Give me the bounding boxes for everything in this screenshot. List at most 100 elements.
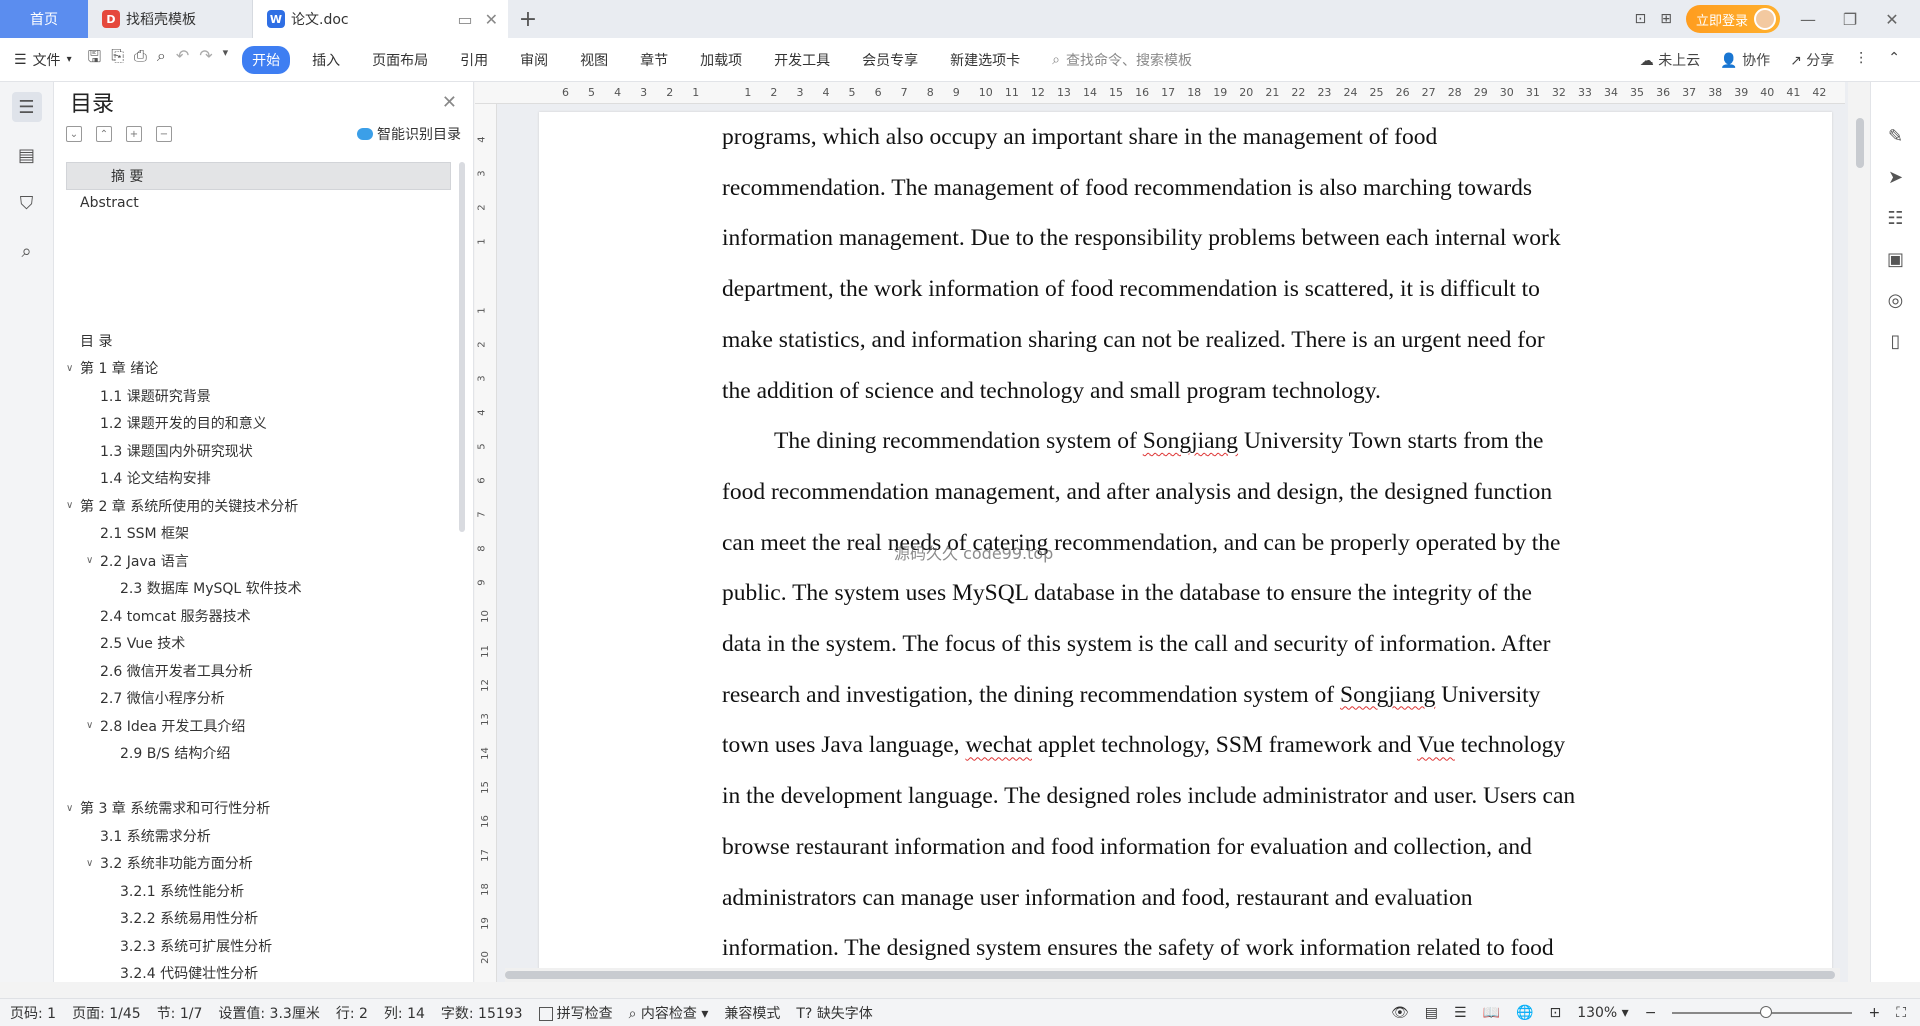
text-line[interactable]: The dining recommendation system of Song… xyxy=(774,428,1543,454)
toc-item[interactable]: ∨ 第 1 章 绪论 xyxy=(66,355,451,383)
web-view-icon[interactable]: 🌐 xyxy=(1516,1005,1533,1021)
new-tab-button[interactable]: + xyxy=(508,0,548,38)
login-button[interactable]: 立即登录 xyxy=(1685,5,1780,33)
text-line[interactable]: food recommendation management, and afte… xyxy=(722,479,1552,505)
apps-grid-icon[interactable]: ⊞ xyxy=(1660,11,1672,27)
find-icon[interactable]: ⌕ xyxy=(12,236,42,266)
status-words[interactable]: 字数: 15193 xyxy=(441,1003,523,1023)
document-text[interactable]: programs, which also occupy an important… xyxy=(722,112,1672,974)
status-section[interactable]: 节: 1/7 xyxy=(157,1003,203,1023)
tab-view[interactable]: 视图 xyxy=(570,46,618,74)
toc-item[interactable]: 3.2.2 系统易用性分析 xyxy=(66,905,451,933)
toc-item[interactable]: 3.2.1 系统性能分析 xyxy=(66,877,451,905)
toc-item[interactable]: 1.3 课题国内外研究现状 xyxy=(66,437,451,465)
toc-item[interactable]: 1.4 论文结构安排 xyxy=(66,465,451,493)
fullscreen-icon[interactable]: ⛶ xyxy=(1896,1005,1906,1021)
status-row[interactable]: 行: 2 xyxy=(336,1003,368,1023)
vertical-scroll-thumb[interactable] xyxy=(1856,118,1864,168)
image-tool-icon[interactable]: ▣ xyxy=(1887,249,1904,270)
expand-toggle-icon[interactable]: ∨ xyxy=(86,720,100,731)
content-check[interactable]: ⌕ 内容检查 ▾ xyxy=(629,1003,709,1023)
spelling-error[interactable]: Songjiang xyxy=(1340,682,1435,708)
tab-member[interactable]: 会员专享 xyxy=(852,46,928,74)
save-icon[interactable]: 🖫 xyxy=(88,46,102,73)
eye-icon[interactable]: 👁 xyxy=(1391,1005,1409,1021)
tab-document[interactable]: W 论文.doc ▭ ✕ xyxy=(253,0,508,38)
export-pdf-icon[interactable]: ⎘ xyxy=(111,46,124,73)
toc-item[interactable]: 2.9 B/S 结构介绍 xyxy=(66,740,451,768)
text-line[interactable]: town uses Java language, wechat applet t… xyxy=(722,732,1565,758)
status-setting[interactable]: 设置值: 3.3厘米 xyxy=(218,1003,319,1023)
tab-developer[interactable]: 开发工具 xyxy=(764,46,840,74)
close-icon[interactable]: ✕ xyxy=(442,92,457,113)
horizontal-scroll-thumb[interactable] xyxy=(505,971,1835,979)
collab-button[interactable]: 👤 协作 xyxy=(1720,50,1770,70)
horizontal-ruler[interactable]: 6 5 4 3 2 1 1 2 3 4 5 6 7 8 9 10 11 12 13 14 15 16 17 18 19 20 21 2… xyxy=(475,82,1845,104)
add-heading-icon[interactable]: + xyxy=(126,126,142,142)
toc-item[interactable]: 摘 要 xyxy=(66,162,451,190)
vertical-scrollbar[interactable] xyxy=(1848,82,1870,982)
zoom-slider-knob[interactable] xyxy=(1760,1005,1773,1018)
tab-new[interactable]: 新建选项卡 xyxy=(940,46,1030,74)
command-search[interactable]: ⌕ 查找命令、搜索模板 xyxy=(1052,50,1192,70)
toc-item[interactable]: Abstract xyxy=(66,190,451,218)
expand-toggle-icon[interactable]: ∨ xyxy=(66,363,80,374)
toc-scrollbar[interactable] xyxy=(459,162,465,532)
tab-references[interactable]: 引用 xyxy=(450,46,498,74)
tab-home[interactable]: 首页 xyxy=(0,0,88,38)
spelling-error[interactable]: wechat xyxy=(965,732,1032,758)
toc-panel-icon[interactable]: ☰ xyxy=(11,92,42,122)
toc-item[interactable]: 3.1 系统需求分析 xyxy=(66,822,451,850)
minimize-icon[interactable]: — xyxy=(1794,10,1822,29)
toc-item[interactable]: ∨ 第 2 章 系统所使用的关键技术分析 xyxy=(66,492,451,520)
tab-insert[interactable]: 插入 xyxy=(302,46,350,74)
text-line[interactable]: information. The designed system ensures… xyxy=(722,935,1554,961)
book-icon[interactable]: ▯ xyxy=(1891,331,1901,352)
pointer-icon[interactable]: ➤ xyxy=(1888,167,1903,188)
zoom-out-icon[interactable]: − xyxy=(1645,1005,1657,1021)
status-pages[interactable]: 页面: 1/45 xyxy=(72,1003,141,1023)
read-view-icon[interactable]: 📖 xyxy=(1483,1005,1500,1021)
horizontal-scrollbar[interactable] xyxy=(505,968,1840,982)
toc-item[interactable]: 1.1 课题研究背景 xyxy=(66,382,451,410)
fit-page-icon[interactable]: ⊡ xyxy=(1549,1005,1561,1021)
zoom-level[interactable]: 130% ▾ xyxy=(1577,1005,1629,1021)
paragraph-2[interactable]: The dining recommendation system of Song… xyxy=(722,416,1672,974)
expand-toggle-icon[interactable]: ∨ xyxy=(66,803,80,814)
collapse-ribbon-icon[interactable]: ⌃ xyxy=(1888,50,1900,70)
outline-view-icon[interactable]: ☰ xyxy=(1454,1005,1467,1021)
collapse-up-icon[interactable]: ⌃ xyxy=(96,126,112,142)
adjust-icon[interactable]: ☷ xyxy=(1887,208,1903,229)
toc-item[interactable]: 2.6 微信开发者工具分析 xyxy=(66,657,451,685)
text-line[interactable]: in the development language. The designe… xyxy=(722,783,1575,809)
toc-item[interactable]: ∨ 2.2 Java 语言 xyxy=(66,547,451,575)
tab-template[interactable]: D 找稻壳模板 xyxy=(88,0,253,38)
text-line[interactable]: browse restaurant information and food i… xyxy=(722,834,1532,860)
share-button[interactable]: ↗ 分享 xyxy=(1790,50,1834,70)
missing-font[interactable]: T? 缺失字体 xyxy=(796,1003,872,1023)
undo-icon[interactable]: ↶ xyxy=(176,46,189,73)
tab-page-layout[interactable]: 页面布局 xyxy=(362,46,438,74)
print-preview-icon[interactable]: ⌕ xyxy=(157,46,166,73)
speed-icon[interactable]: ◎ xyxy=(1888,290,1904,311)
vertical-ruler[interactable]: 4 3 2 1 1 2 3 4 5 6 7 8 9 10 11 12 13 14 15 16 17 18 19 20 xyxy=(475,104,497,982)
spell-check[interactable]: 拼写检查 xyxy=(538,1003,613,1023)
status-col[interactable]: 列: 14 xyxy=(384,1003,425,1023)
paragraph-1[interactable]: programs, which also occupy an important… xyxy=(722,112,1672,416)
zoom-slider[interactable] xyxy=(1672,1005,1853,1018)
text-line[interactable]: make statistics, and information sharing… xyxy=(722,327,1545,353)
tab-start[interactable]: 开始 xyxy=(242,45,291,74)
expand-down-icon[interactable]: ⌄ xyxy=(66,126,82,142)
text-line[interactable]: information management. Due to the respo… xyxy=(722,225,1561,251)
toc-item[interactable]: ∨ 第 3 章 系统需求和可行性分析 xyxy=(66,795,451,823)
toc-item[interactable]: 2.5 Vue 技术 xyxy=(66,630,451,658)
chapter-nav-icon[interactable]: ▤ xyxy=(12,140,42,170)
toc-item[interactable]: 1.2 课题开发的目的和意义 xyxy=(66,410,451,438)
toc-item[interactable]: 3.2.4 代码健壮性分析 xyxy=(66,960,451,988)
status-page[interactable]: 页码: 1 xyxy=(10,1003,56,1023)
tab-review[interactable]: 审阅 xyxy=(510,46,558,74)
remove-heading-icon[interactable]: − xyxy=(156,126,172,142)
toc-item[interactable]: 3.2.3 系统可扩展性分析 xyxy=(66,932,451,960)
more-icon[interactable]: ⋮ xyxy=(1854,50,1868,70)
restore-icon[interactable]: ❐ xyxy=(1836,10,1864,29)
